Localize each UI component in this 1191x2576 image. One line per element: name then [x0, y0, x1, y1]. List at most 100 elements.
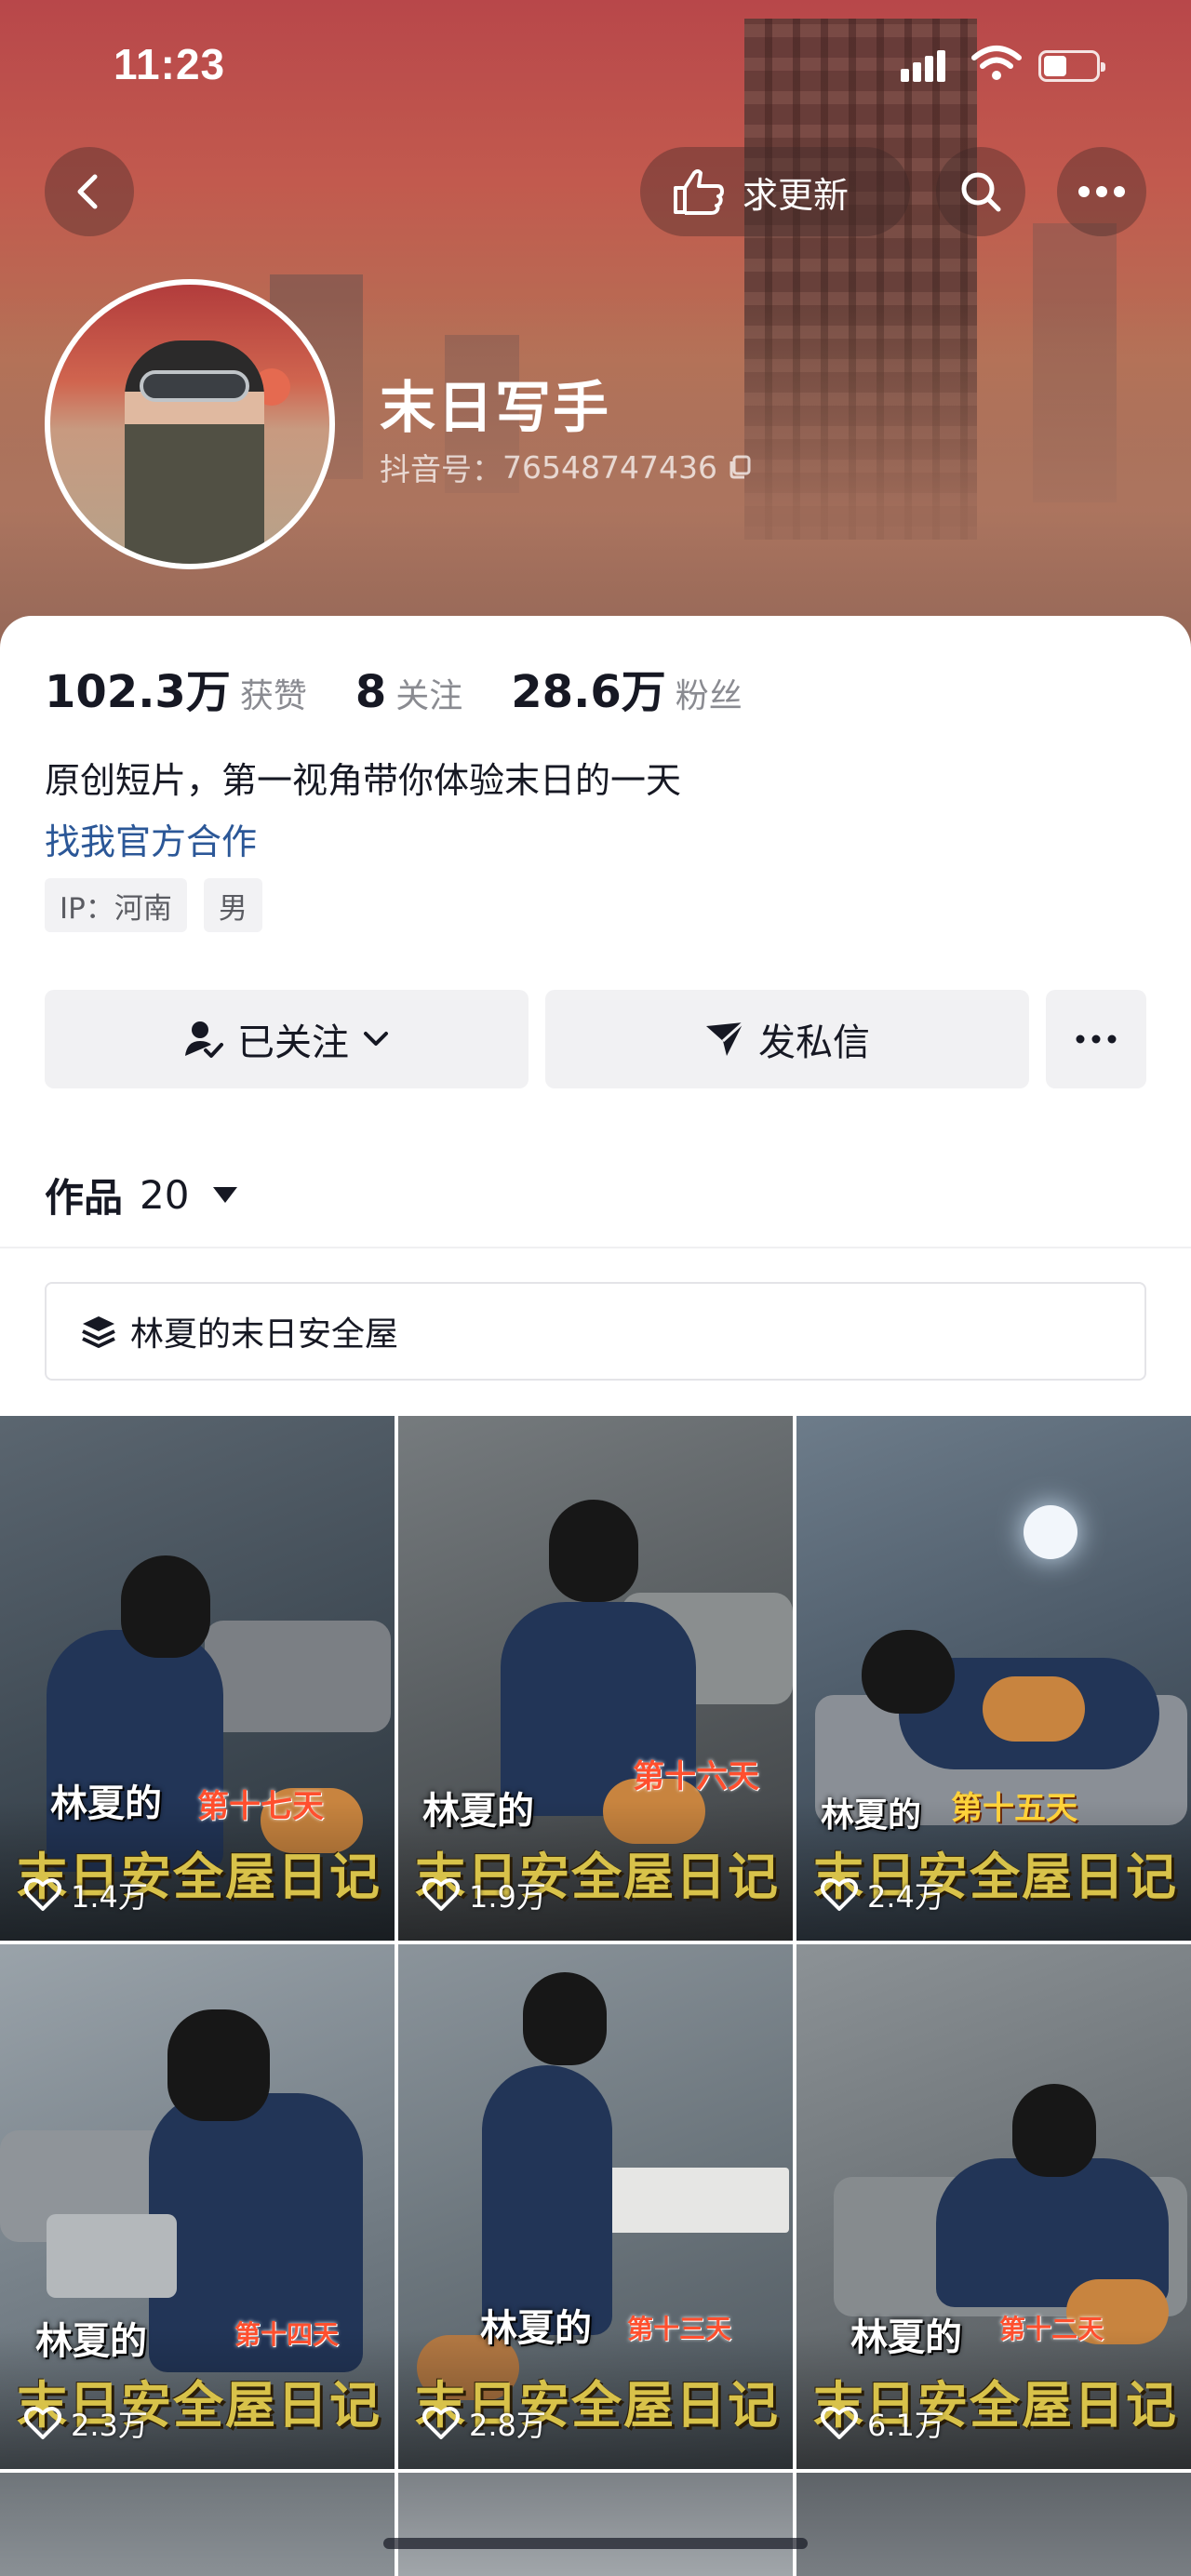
cellular-signal-icon [901, 50, 945, 82]
thumb-woman-head [167, 2009, 270, 2121]
video-thumbnail [0, 2473, 395, 2576]
profile-avatar[interactable] [45, 279, 335, 569]
like-count: 1.9万 [422, 1874, 546, 1916]
thumb-day-text: 第十三天 [627, 2314, 732, 2344]
thumb-day-text: 第十二天 [999, 2314, 1104, 2344]
video-thumbnail [796, 2473, 1191, 2576]
thumb-radio [47, 2214, 177, 2298]
thumb-day-text: 第十五天 [951, 1790, 1077, 1827]
video-tile[interactable]: 林夏的 第十七天 末日安全屋日记 1.4万 [0, 1416, 395, 1941]
battery-icon [1038, 50, 1105, 82]
stat-value: 28.6万 [511, 666, 666, 718]
request-update-label: 求更新 [743, 174, 850, 216]
search-icon [961, 172, 1001, 212]
works-count: 20 [140, 1172, 190, 1218]
thumb-woman [482, 2065, 612, 2335]
thumb-sofa [205, 1621, 391, 1732]
thumb-day-text: 第十七天 [197, 1788, 324, 1825]
back-button[interactable] [45, 147, 134, 236]
tag-ip-location: IP：河南 [45, 878, 187, 932]
stat-value: 102.3万 [45, 666, 231, 718]
like-count-value: 6.1万 [867, 2408, 944, 2443]
heart-icon [821, 1878, 858, 1911]
stat-followers[interactable]: 28.6万 粉丝 [511, 655, 742, 720]
thumb-moon [1024, 1505, 1077, 1559]
profile-tags: IP：河南 男 [45, 878, 262, 932]
profile-stats: 102.3万 获赞 8 关注 28.6万 粉丝 [45, 655, 743, 720]
thumb-name-text: 林夏的 [422, 1790, 534, 1833]
works-tab[interactable]: 作品 20 [45, 1167, 238, 1223]
video-tile[interactable] [0, 2473, 395, 2576]
profile-name: 末日写手 [380, 376, 610, 441]
thumb-name-text: 林夏的 [50, 1782, 162, 1825]
like-count: 2.4万 [821, 1874, 944, 1916]
thumb-day-text: 第十六天 [633, 1758, 759, 1795]
heart-icon [24, 1878, 61, 1911]
thumb-name-text: 林夏的 [35, 2320, 147, 2363]
action-more-button[interactable] [1046, 990, 1146, 1088]
send-paper-plane-icon [706, 1021, 745, 1056]
douyin-id-value: 76548747436 [502, 448, 717, 486]
home-indicator[interactable] [383, 2538, 808, 2549]
thumb-woman-head [523, 1972, 607, 2065]
more-options-button[interactable] [1057, 147, 1146, 236]
douyin-id-row[interactable]: 抖音号： 76548747436 [380, 445, 753, 489]
stat-label: 获赞 [239, 677, 307, 715]
thumb-day-text: 第十四天 [234, 2319, 340, 2350]
like-count-value: 1.4万 [71, 1879, 148, 1915]
video-tile[interactable]: 林夏的 第十三天 末日安全屋日记 2.8万 [398, 1944, 793, 2469]
thumb-woman-head [1012, 2084, 1096, 2177]
video-tile[interactable]: 林夏的 第十四天 末日安全屋日记 2.3万 [0, 1944, 395, 2469]
status-bar: 11:23 [0, 0, 1191, 140]
video-tile[interactable]: 林夏的 第十五天 末日安全屋日记 2.4万 [796, 1416, 1191, 1941]
request-update-button[interactable]: 求更新 [640, 147, 910, 236]
collection-title: 林夏的末日安全屋 [130, 1315, 399, 1354]
collection-card[interactable]: 林夏的末日安全屋 [45, 1282, 1146, 1381]
like-count: 6.1万 [821, 2402, 944, 2445]
video-tile[interactable] [398, 2473, 793, 2576]
followed-button[interactable]: 已关注 [45, 990, 529, 1088]
layers-icon [82, 1316, 115, 1348]
video-thumbnail [398, 2473, 793, 2576]
video-tile[interactable]: 林夏的 第十六天 末日安全屋日记 1.9万 [398, 1416, 793, 1941]
stat-label: 粉丝 [675, 677, 743, 715]
status-time: 11:23 [114, 40, 226, 88]
search-button[interactable] [936, 147, 1025, 236]
like-count: 2.3万 [24, 2402, 148, 2445]
stat-likes[interactable]: 102.3万 获赞 [45, 655, 307, 720]
heart-icon [422, 1878, 460, 1911]
thumb-name-text: 林夏的 [821, 1796, 922, 1835]
thumb-woman-head [121, 1555, 210, 1658]
user-followed-icon [185, 1021, 223, 1058]
chevron-down-icon [364, 1032, 388, 1046]
thumb-name-text: 林夏的 [850, 2316, 962, 2359]
thumb-name-text: 林夏的 [480, 2307, 592, 2350]
heart-icon [24, 2407, 61, 2439]
pointing-hand-icon [674, 169, 724, 215]
video-tile[interactable]: 林夏的 第十二天 末日安全屋日记 6.1万 [796, 1944, 1191, 2469]
like-count-value: 2.4万 [867, 1879, 944, 1915]
thumb-woman-head [549, 1500, 638, 1602]
thumb-cat [983, 1676, 1085, 1742]
copy-icon[interactable] [727, 454, 753, 480]
like-count: 2.8万 [422, 2402, 546, 2445]
followed-label: 已关注 [237, 1021, 349, 1064]
video-tile[interactable] [796, 2473, 1191, 2576]
stat-value: 8 [355, 666, 387, 718]
avatar-goggles [140, 370, 249, 402]
business-cooperation-link[interactable]: 找我官方合作 [45, 813, 257, 864]
like-count-value: 2.3万 [71, 2408, 148, 2443]
profile-bio: 原创短片，第一视角带你体验末日的一天 [45, 760, 682, 801]
heart-icon [821, 2407, 858, 2439]
heart-icon [422, 2407, 460, 2439]
like-count: 1.4万 [24, 1874, 148, 1916]
douyin-id-label: 抖音号： [380, 451, 502, 487]
stat-following[interactable]: 8 关注 [355, 666, 462, 718]
profile-actions: 已关注 发私信 [45, 990, 1146, 1088]
like-count-value: 2.8万 [469, 2408, 546, 2443]
chevron-left-icon [77, 174, 98, 209]
send-message-button[interactable]: 发私信 [545, 990, 1029, 1088]
send-message-label: 发私信 [758, 1021, 870, 1064]
more-dots-icon [1076, 1034, 1117, 1044]
thumb-woman-head [862, 1630, 955, 1714]
